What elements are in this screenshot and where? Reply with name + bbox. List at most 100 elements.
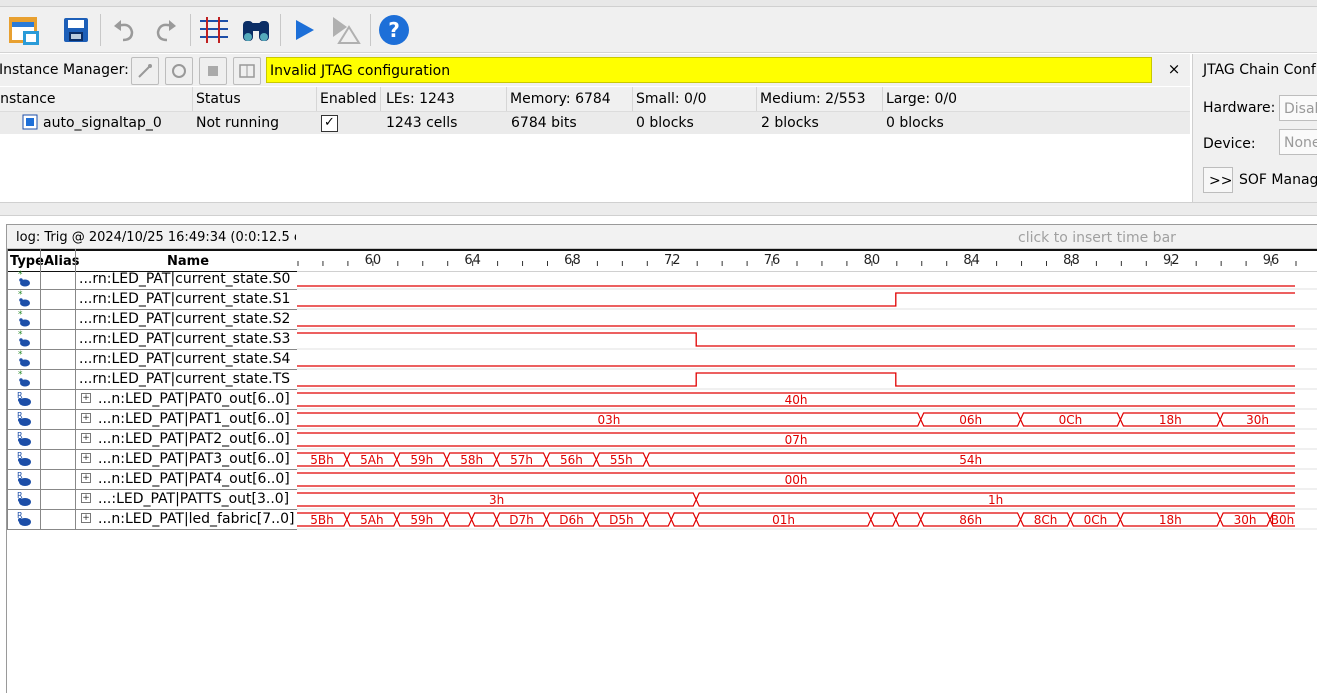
signal-row[interactable]: R + ...n:LED_PAT|PAT4_out[6..0] — [7, 469, 297, 490]
col-enabled[interactable]: Enabled — [320, 91, 377, 107]
ruler-label: 72 — [664, 253, 681, 268]
signal-name: ...rn:LED_PAT|current_state.S4 — [79, 351, 291, 367]
redo-icon[interactable] — [148, 12, 184, 48]
col-type[interactable]: Type — [10, 254, 44, 269]
col-small[interactable]: Small: 0/0 — [636, 91, 707, 107]
type-col-left — [7, 249, 8, 529]
refresh-icon — [172, 64, 186, 78]
bus-value-label: D7h — [509, 513, 533, 527]
instance-name: auto_signaltap_0 — [43, 115, 162, 131]
bus-value-label: 01h — [772, 513, 795, 527]
expand-bus-icon[interactable]: + — [81, 453, 91, 463]
read-data-button[interactable] — [233, 57, 261, 85]
bit-signal-icon: * — [18, 330, 30, 347]
signal-row[interactable]: R + ...n:LED_PAT|led_fabric[7..0] — [7, 509, 297, 530]
bit-signal-icon: * — [18, 290, 30, 307]
bus-value-label: 06h — [959, 413, 982, 427]
signal-name: ...n:LED_PAT|PAT3_out[6..0] — [98, 451, 290, 467]
log-label[interactable]: log: Trig @ 2024/10/25 16:49:34 (0:0:12.… — [16, 230, 296, 245]
ruler-label: 84 — [963, 253, 980, 268]
ruler-label: 76 — [764, 253, 781, 268]
ruler-label: 68 — [564, 253, 581, 268]
device-select[interactable]: None — [1279, 129, 1317, 155]
col-status[interactable]: Status — [196, 91, 241, 107]
bus-value-label: 59h — [410, 513, 433, 527]
bus-value-label: B0h — [1271, 513, 1294, 527]
stop-icon — [208, 66, 218, 76]
sof-manager-button[interactable]: >> — [1203, 167, 1233, 193]
binoculars-icon[interactable] — [238, 12, 274, 48]
pane-splitter[interactable] — [0, 202, 1317, 216]
help-icon[interactable]: ? — [376, 12, 412, 48]
expand-bus-icon[interactable]: + — [81, 493, 91, 503]
bus-signal-icon: R — [17, 491, 31, 506]
signal-name: ...rn:LED_PAT|current_state.S3 — [79, 331, 291, 347]
col-memory[interactable]: Memory: 6784 — [510, 91, 611, 107]
signal-row[interactable]: * ...rn:LED_PAT|current_state.S2 — [7, 309, 297, 330]
expand-bus-icon[interactable]: + — [81, 513, 91, 523]
instance-row[interactable]: auto_signaltap_0 Not running 1243 cells … — [0, 112, 1190, 134]
signal-row[interactable]: R + ...n:LED_PAT|PAT1_out[6..0] — [7, 409, 297, 430]
bus-value-label: 86h — [959, 513, 982, 527]
ruler-label: 92 — [1163, 253, 1180, 268]
signal-row[interactable]: * ...rn:LED_PAT|current_state.S1 — [7, 289, 297, 310]
expand-bus-icon[interactable]: + — [81, 393, 91, 403]
instance-small: 0 blocks — [636, 115, 694, 131]
col-les[interactable]: LEs: 1243 — [386, 91, 455, 107]
signal-row[interactable]: * ...rn:LED_PAT|current_state.S4 — [7, 349, 297, 370]
col-name[interactable]: Name — [167, 254, 209, 269]
bus-signal-icon: R — [17, 411, 31, 426]
expand-bus-icon[interactable]: + — [81, 413, 91, 423]
stop-button[interactable] — [199, 57, 227, 85]
time-bar-hint[interactable]: click to insert time bar — [1018, 230, 1176, 246]
col-medium[interactable]: Medium: 2/553 — [760, 91, 866, 107]
instance-large: 0 blocks — [886, 115, 944, 131]
signal-row[interactable]: R + ...n:LED_PAT|PAT3_out[6..0] — [7, 449, 297, 470]
signal-name: ...rn:LED_PAT|current_state.S0 — [79, 271, 291, 287]
bus-value-label: 56h — [560, 453, 583, 467]
save-icon[interactable] — [58, 12, 94, 48]
instance-manager-icon[interactable] — [6, 12, 42, 48]
close-message-icon[interactable]: × — [1166, 60, 1182, 78]
signal-row[interactable]: R + ...:LED_PAT|PATTS_out[3..0] — [7, 489, 297, 510]
hardware-select[interactable]: Disab — [1279, 95, 1317, 121]
refresh-button[interactable] — [165, 57, 193, 85]
bit-signal-icon: * — [18, 350, 30, 367]
sof-manager-label: SOF Manag — [1239, 172, 1317, 188]
bit-signal-icon: * — [18, 370, 30, 387]
signal-row[interactable]: * ...rn:LED_PAT|current_state.S3 — [7, 329, 297, 350]
jtag-chain-panel: JTAG Chain Conf Hardware: Disab Device: … — [1192, 54, 1317, 202]
bus-value-label: 8Ch — [1034, 513, 1058, 527]
scan-chain-button[interactable] — [131, 57, 159, 85]
node-finder-icon[interactable] — [196, 12, 232, 48]
signal-name: ...rn:LED_PAT|current_state.S1 — [79, 291, 291, 307]
ruler-label: 80 — [864, 253, 881, 268]
bit-signal-icon: * — [18, 270, 30, 287]
bus-signal-icon: R — [17, 391, 31, 406]
waveform-traces[interactable]: 60 64 68 72 76 80 84 88 92 96 40h 03h 06h 0Ch 18h 30h 07… — [297, 249, 1317, 531]
instance-medium: 2 blocks — [761, 115, 819, 131]
signal-row[interactable]: * ...rn:LED_PAT|current_state.TS — [7, 369, 297, 390]
expand-bus-icon[interactable]: + — [81, 433, 91, 443]
signal-name: ...n:LED_PAT|PAT1_out[6..0] — [98, 411, 290, 427]
bus-segment — [446, 512, 473, 527]
bus-segment — [895, 512, 922, 527]
type-alias-sep — [40, 249, 41, 529]
bus-value-label: 57h — [510, 453, 533, 467]
signal-row[interactable]: * ...rn:LED_PAT|current_state.S0 — [7, 269, 297, 290]
undo-icon[interactable] — [106, 12, 142, 48]
expand-bus-icon[interactable]: + — [81, 473, 91, 483]
signal-row[interactable]: R + ...n:LED_PAT|PAT0_out[6..0] — [7, 389, 297, 410]
run-analysis-icon[interactable] — [286, 12, 322, 48]
signal-name: ...n:LED_PAT|led_fabric[7..0] — [98, 511, 295, 527]
col-large[interactable]: Large: 0/0 — [886, 91, 957, 107]
signal-row[interactable]: R + ...n:LED_PAT|PAT2_out[6..0] — [7, 429, 297, 450]
bus-value-label: 0Ch — [1059, 413, 1083, 427]
signal-name: ...n:LED_PAT|PAT0_out[6..0] — [98, 391, 290, 407]
enabled-checkbox[interactable]: ✓ — [321, 115, 338, 132]
col-instance[interactable]: Instance — [0, 91, 56, 107]
instance-status: Not running — [196, 115, 280, 131]
autorun-analysis-icon[interactable] — [328, 12, 364, 48]
signal-name: ...:LED_PAT|PATTS_out[3..0] — [98, 491, 290, 507]
bus-value-label: 00h — [785, 473, 808, 487]
